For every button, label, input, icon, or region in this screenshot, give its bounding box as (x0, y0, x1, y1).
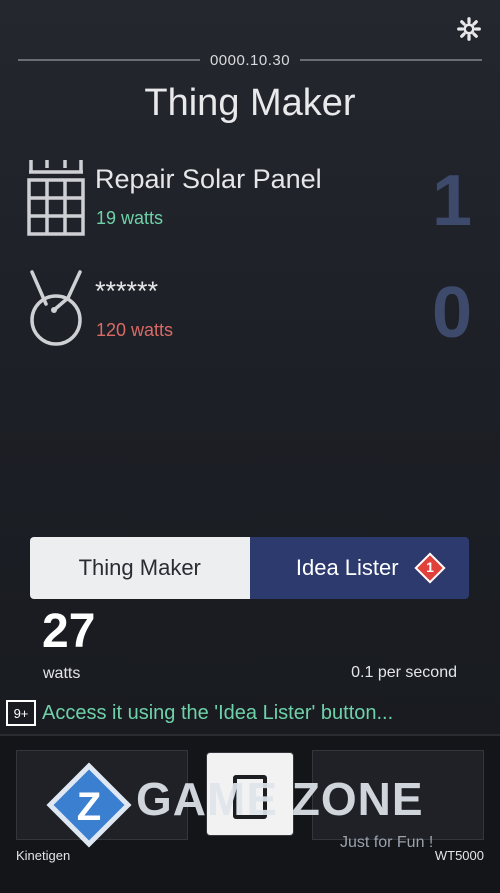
power-amount: 27 (42, 605, 96, 658)
divider (300, 59, 483, 61)
divider (18, 59, 200, 61)
item-name: ****** (95, 276, 159, 306)
svg-text:Z: Z (77, 785, 101, 829)
hanger-ring-icon (30, 270, 82, 346)
tab-thing-maker[interactable]: Thing Maker (30, 537, 250, 599)
watermark-logo-icon: Z (46, 762, 132, 848)
version-text: 0000.10.30 (209, 51, 291, 69)
hint-row[interactable]: 9+ Access it using the 'Idea Lister' but… (6, 698, 496, 728)
item-count: 0 (431, 273, 472, 353)
watermark-text: GAME ZONE (136, 773, 424, 825)
notification-badge: 1 (414, 552, 446, 584)
item-watts: 120 watts (96, 320, 174, 340)
power-unit: watts (43, 665, 81, 682)
version-row: 0000.10.30 (18, 50, 483, 70)
grid-panel-icon (27, 160, 85, 236)
hint-count-badge: 9+ (6, 700, 36, 726)
item-watts: 19 watts (96, 208, 164, 228)
page-title: Thing Maker (144, 82, 356, 124)
list-item-repair-solar-panel[interactable]: Repair Solar Panel 19 watts 1 (24, 158, 472, 258)
power-rate: 0.1 per second (351, 664, 457, 681)
item-count: 1 (431, 161, 472, 241)
item-name: Repair Solar Panel (95, 164, 322, 194)
tab-label: Thing Maker (78, 555, 201, 580)
list-item-unknown[interactable]: ****** 120 watts 0 (24, 270, 472, 370)
badge-count: 1 (426, 559, 434, 575)
watermark-subtext: Just for Fun ! (340, 834, 434, 851)
watermark: Z GAME ZONE Just for Fun ! (44, 760, 464, 860)
gear-icon[interactable] (456, 16, 482, 42)
tab-label: Idea Lister (295, 555, 399, 580)
tab-idea-lister[interactable]: Idea Lister 1 (249, 537, 469, 599)
hint-text: Access it using the 'Idea Lister' button… (42, 701, 394, 724)
tab-bar: Thing Maker Idea Lister 1 (30, 537, 469, 599)
